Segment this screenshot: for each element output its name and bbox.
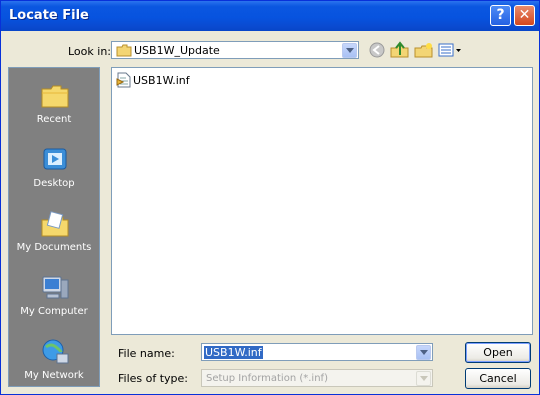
file-type-dropdown-button[interactable] xyxy=(416,371,431,386)
place-label: My Computer xyxy=(20,306,88,317)
chevron-down-icon xyxy=(420,350,428,355)
look-in-value: USB1W_Update xyxy=(134,44,220,57)
views-menu-icon xyxy=(438,43,461,57)
file-type-dropdown[interactable]: Setup Information (*.inf) xyxy=(201,369,433,387)
up-folder-icon xyxy=(390,41,409,58)
locate-file-dialog: Locate File ? ✕ Look in: USB1W_Update Re… xyxy=(0,0,540,395)
chevron-down-icon xyxy=(346,48,354,53)
file-name-label: File name: xyxy=(118,347,175,360)
window-title: Locate File xyxy=(9,8,89,23)
cancel-button[interactable]: Cancel xyxy=(465,368,531,389)
back-icon xyxy=(369,42,385,58)
views-menu-button[interactable] xyxy=(437,41,465,59)
file-type-label: Files of type: xyxy=(118,372,189,385)
help-button[interactable]: ? xyxy=(490,5,511,26)
place-label: Desktop xyxy=(33,178,75,189)
place-my-documents[interactable]: My Documents xyxy=(9,200,99,262)
close-button[interactable]: ✕ xyxy=(514,5,535,26)
file-name-text: USB1W.inf xyxy=(133,74,190,87)
my-computer-icon xyxy=(42,276,69,299)
cancel-button-label: Cancel xyxy=(479,372,517,385)
place-my-computer[interactable]: My Computer xyxy=(9,264,99,326)
up-folder-button[interactable] xyxy=(389,41,411,59)
place-label: My Documents xyxy=(16,242,92,253)
new-folder-icon xyxy=(414,43,433,58)
place-label: My Network xyxy=(24,370,84,381)
close-icon: ✕ xyxy=(518,7,531,23)
open-button-label: Open xyxy=(483,346,513,359)
my-documents-icon xyxy=(41,211,69,237)
file-name-dropdown-button[interactable] xyxy=(416,345,431,360)
file-type-value: Setup Information (*.inf) xyxy=(206,373,328,384)
title-bar[interactable]: Locate File ? ✕ xyxy=(1,1,539,31)
desktop-icon xyxy=(43,148,67,170)
my-network-icon xyxy=(42,339,69,364)
help-icon: ? xyxy=(496,7,505,23)
new-folder-button[interactable] xyxy=(413,41,435,59)
file-name-value: USB1W.inf xyxy=(204,346,263,359)
place-desktop[interactable]: Desktop xyxy=(9,136,99,198)
place-recent[interactable]: Recent xyxy=(9,72,99,134)
look-in-dropdown-button[interactable] xyxy=(342,43,357,58)
open-button[interactable]: Open xyxy=(465,342,531,363)
setup-info-file-icon xyxy=(116,72,131,88)
recent-icon xyxy=(41,85,69,108)
place-my-network[interactable]: My Network xyxy=(9,328,99,390)
places-bar: Recent Desktop My Documents My Computer … xyxy=(8,67,100,387)
file-list[interactable]: USB1W.inf xyxy=(111,67,533,335)
place-label: Recent xyxy=(36,114,72,125)
look-in-dropdown[interactable]: USB1W_Update xyxy=(111,41,359,59)
chevron-down-icon xyxy=(420,376,428,381)
back-button[interactable] xyxy=(366,41,388,59)
folder-icon xyxy=(116,44,132,57)
look-in-label: Look in: xyxy=(68,45,111,58)
file-name-input[interactable]: USB1W.inf xyxy=(201,343,433,361)
